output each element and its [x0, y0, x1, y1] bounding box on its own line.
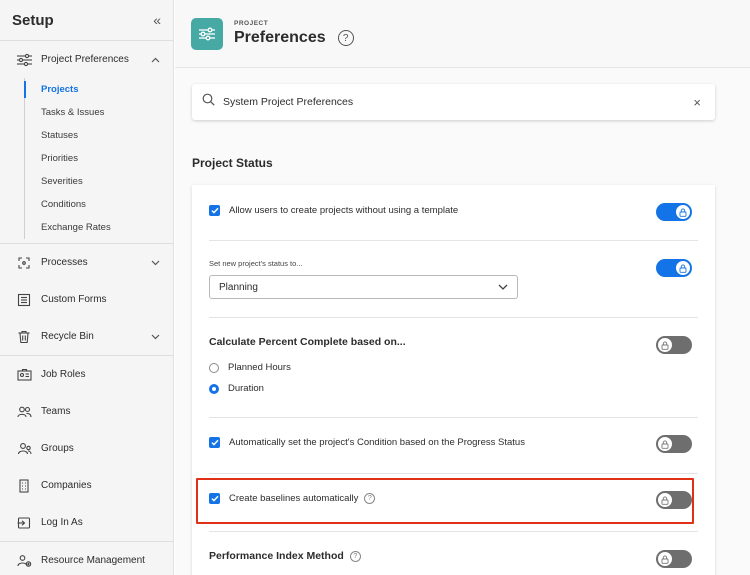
highlight-box — [196, 478, 694, 524]
clear-search-icon[interactable]: × — [693, 95, 701, 110]
sidebar-item-label: Recycle Bin — [41, 331, 94, 342]
divider — [209, 317, 698, 318]
sidebar-item-label: Groups — [41, 443, 74, 454]
planned-hours-option[interactable]: Planned Hours — [209, 357, 698, 378]
allow-without-template-label: Allow users to create projects without u… — [229, 205, 459, 216]
lock-icon — [675, 260, 691, 276]
sidebar-item-label: Resource Management — [41, 555, 145, 566]
sidebar-item-companies[interactable]: Companies — [0, 467, 173, 504]
sidebar-item-groups[interactable]: Groups — [0, 430, 173, 467]
help-icon[interactable]: ? — [337, 30, 354, 46]
allow-without-template-checkbox[interactable] — [209, 205, 220, 216]
lock-icon — [657, 551, 673, 567]
sidebar-item-processes[interactable]: Processes — [0, 244, 173, 281]
divider — [209, 531, 698, 532]
sidebar-item-custom-forms[interactable]: Custom Forms — [0, 281, 173, 318]
setting-row-allow-without-template: Allow users to create projects without u… — [209, 205, 698, 216]
sidebar-item-label: Processes — [41, 257, 88, 268]
job-roles-icon — [16, 367, 32, 383]
chevron-down-icon[interactable] — [149, 257, 161, 269]
sidebar-item-project-preferences[interactable]: Project Preferences — [0, 41, 173, 78]
page-kicker: PROJECT — [234, 20, 269, 27]
chevron-down-icon — [498, 282, 508, 293]
performance-index-lock-toggle[interactable] — [656, 550, 692, 568]
setting-row-new-status: Set new project's status to... Planning — [209, 259, 698, 299]
new-status-label: Set new project's status to... — [209, 259, 303, 268]
search-bar: System Project Preferences × — [192, 84, 715, 120]
chevron-down-icon[interactable] — [149, 331, 161, 343]
setup-sidebar: Setup « Project Preferences Projects Tas… — [0, 0, 174, 575]
setting-row-percent-complete: Calculate Percent Complete based on... P… — [209, 336, 698, 399]
resource-icon — [16, 553, 32, 569]
sidebar-item-log-in-as[interactable]: Log In As — [0, 504, 173, 541]
sidebar-item-label: Log In As — [41, 517, 83, 528]
sidebar-item-teams[interactable]: Teams — [0, 393, 173, 430]
sidebar-item-recycle-bin[interactable]: Recycle Bin — [0, 318, 173, 355]
lock-icon — [657, 337, 673, 353]
sidebar-item-resource-management[interactable]: Resource Management — [0, 542, 173, 575]
duration-option[interactable]: Duration — [209, 378, 698, 399]
sidebar-item-label: Companies — [41, 480, 92, 491]
sidebar-item-label: Teams — [41, 406, 71, 417]
performance-index-title: Performance Index Method — [209, 550, 344, 562]
sidebar-item-label: Custom Forms — [41, 294, 107, 305]
search-icon — [202, 93, 215, 111]
divider — [209, 240, 698, 241]
sidebar-subitem-statuses[interactable]: Statuses — [0, 124, 173, 147]
setting-row-performance-index: Performance Index Method ? — [209, 550, 698, 562]
chevron-up-icon[interactable] — [149, 54, 161, 66]
page-title-block: PROJECT Preferences ? — [234, 20, 354, 47]
sidebar-header: Setup « — [0, 0, 173, 40]
new-status-lock-toggle[interactable] — [656, 259, 692, 277]
lock-icon — [675, 204, 691, 220]
percent-complete-lock-toggle[interactable] — [656, 336, 692, 354]
duration-label: Duration — [228, 383, 264, 394]
page-header: PROJECT Preferences ? — [175, 0, 750, 68]
planned-hours-label: Planned Hours — [228, 362, 291, 373]
sidebar-subitem-tasks-issues[interactable]: Tasks & Issues — [0, 101, 173, 124]
lock-icon — [657, 436, 673, 452]
auto-condition-lock-toggle[interactable] — [656, 435, 692, 453]
new-status-value: Planning — [219, 281, 258, 293]
new-status-select[interactable]: Planning — [209, 275, 518, 299]
setting-row-auto-condition: Automatically set the project's Conditio… — [209, 437, 698, 448]
teams-icon — [16, 404, 32, 420]
auto-condition-label: Automatically set the project's Conditio… — [229, 437, 525, 448]
performance-help-icon[interactable]: ? — [349, 550, 361, 562]
sidebar-subitem-conditions[interactable]: Conditions — [0, 193, 173, 216]
planned-hours-radio[interactable] — [209, 362, 219, 373]
duration-radio[interactable] — [209, 383, 219, 394]
groups-icon — [16, 441, 32, 457]
search-input[interactable]: System Project Preferences — [223, 96, 693, 108]
allow-without-template-lock-toggle[interactable] — [656, 203, 692, 221]
sidebar-subitem-priorities[interactable]: Priorities — [0, 147, 173, 170]
divider — [209, 417, 698, 418]
sidebar-item-job-roles[interactable]: Job Roles — [0, 356, 173, 393]
divider — [209, 473, 698, 474]
auto-condition-checkbox[interactable] — [209, 437, 220, 448]
sidebar-subitem-exchange-rates[interactable]: Exchange Rates — [0, 216, 173, 239]
collapse-sidebar-icon[interactable]: « — [153, 12, 161, 28]
processes-icon — [16, 255, 32, 271]
section-title: Project Status — [192, 156, 273, 170]
sidebar-subitem-severities[interactable]: Severities — [0, 170, 173, 193]
companies-icon — [16, 478, 32, 494]
sidebar-title: Setup — [12, 11, 54, 29]
forms-icon — [16, 292, 32, 308]
page-title: Preferences — [234, 29, 326, 46]
project-preferences-tile-icon — [191, 17, 223, 50]
sidebar-item-label: Job Roles — [41, 369, 86, 380]
project-preferences-submenu: Projects Tasks & Issues Statuses Priorit… — [0, 78, 173, 243]
login-icon — [16, 515, 32, 531]
percent-complete-title: Calculate Percent Complete based on... — [209, 336, 406, 348]
sidebar-subitem-projects[interactable]: Projects — [0, 78, 173, 101]
sidebar-item-label: Project Preferences — [41, 54, 129, 65]
trash-icon — [16, 329, 32, 345]
sliders-icon — [16, 52, 32, 68]
